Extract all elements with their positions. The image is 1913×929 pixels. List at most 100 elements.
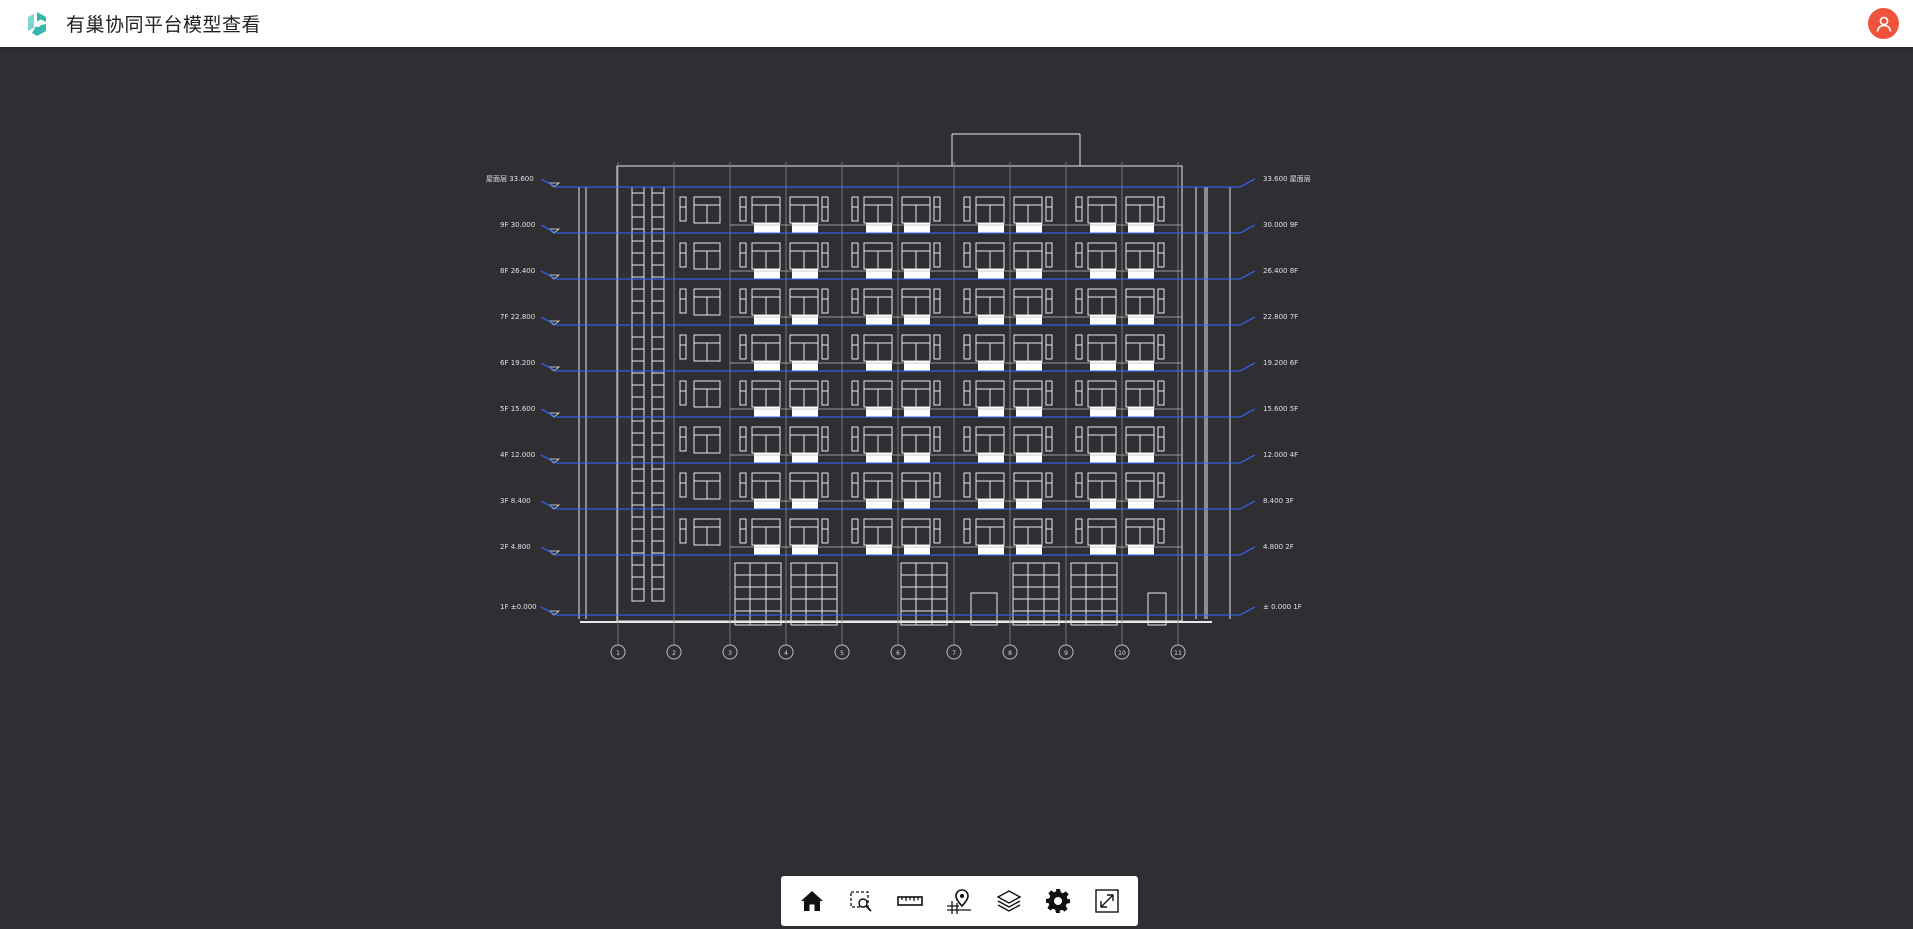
balcony-panel — [866, 315, 892, 325]
window-narrow — [679, 334, 687, 360]
window-narrow — [679, 196, 687, 222]
window-narrow — [933, 380, 941, 406]
balcony-panel — [1128, 453, 1154, 463]
level-leader — [1239, 606, 1256, 616]
locate-button[interactable] — [939, 881, 979, 921]
balcony-panel — [904, 407, 930, 417]
home-icon — [800, 891, 823, 911]
level-label-left: 屋面层 33.600 — [486, 175, 534, 183]
balcony-panel — [866, 453, 892, 463]
window-narrow — [821, 288, 829, 314]
measure-button[interactable] — [890, 881, 930, 921]
level-leader — [1239, 270, 1256, 280]
balcony-panel — [792, 269, 818, 279]
window-narrow — [933, 196, 941, 222]
app-header: 有巢协同平台模型查看 — [0, 0, 1913, 47]
fullscreen-button[interactable] — [1087, 881, 1127, 921]
window-narrow — [739, 334, 747, 360]
settings-button[interactable] — [1038, 881, 1078, 921]
app-logo-icon — [28, 11, 46, 36]
layers-button[interactable] — [989, 881, 1029, 921]
grid-axis-label: 3 — [728, 650, 732, 657]
level-label-right: 4.800 2F — [1263, 543, 1294, 551]
elevation-drawing[interactable]: 1 2 3 4 5 6 7 8 9 10 11 屋面层 33.600 33.600 屋面层 9F 30.0… — [0, 47, 1913, 867]
window-narrow — [821, 242, 829, 268]
app-title: 有巢协同平台模型查看 — [66, 15, 262, 36]
balcony-panel — [1090, 407, 1116, 417]
window-narrow — [933, 518, 941, 544]
window-narrow — [1045, 380, 1053, 406]
window-narrow — [739, 518, 747, 544]
balcony-panel — [1128, 545, 1154, 555]
window-narrow — [739, 288, 747, 314]
window-narrow — [679, 518, 687, 544]
gear-icon — [1046, 889, 1071, 913]
window-narrow — [933, 242, 941, 268]
viewer-toolbar — [781, 876, 1138, 926]
window-narrow — [679, 288, 687, 314]
level-label-right: 33.600 屋面层 — [1263, 175, 1311, 183]
grid-axis-label: 8 — [1008, 650, 1012, 657]
window-narrow — [1045, 334, 1053, 360]
level-label-left: 9F 30.000 — [500, 221, 535, 229]
window-narrow — [821, 196, 829, 222]
model-viewer[interactable]: 1 2 3 4 5 6 7 8 9 10 11 屋面层 33.600 33.600 屋面层 9F 30.0… — [0, 47, 1913, 929]
zoom-window-button[interactable] — [841, 881, 881, 921]
window-narrow — [1075, 380, 1083, 406]
window-narrow — [739, 426, 747, 452]
fullscreen-icon — [1095, 889, 1120, 913]
grid-axis-label: 9 — [1064, 650, 1068, 657]
level-leader — [1239, 178, 1256, 188]
storefront-window — [1070, 562, 1118, 626]
grid-axis-label: 4 — [784, 650, 788, 657]
window-narrow — [821, 518, 829, 544]
grid-axis-label: 11 — [1174, 650, 1182, 657]
balcony-panel — [1128, 499, 1154, 509]
level-label-left: 7F 22.800 — [500, 313, 535, 321]
level-label-left: 3F 8.400 — [500, 497, 531, 505]
window-narrow — [1075, 334, 1083, 360]
balcony-panel — [904, 499, 930, 509]
balcony-panel — [904, 315, 930, 325]
window-narrow — [1075, 426, 1083, 452]
balcony-panel — [1128, 361, 1154, 371]
user-avatar-button[interactable] — [1868, 8, 1899, 39]
layers-icon — [996, 890, 1022, 912]
balcony-panel — [754, 407, 780, 417]
grid-axis-label: 2 — [672, 650, 676, 657]
level-leader — [1239, 362, 1256, 372]
balcony-panel — [754, 361, 780, 371]
window-narrow — [963, 518, 971, 544]
level-leader — [1239, 316, 1256, 326]
window-narrow — [851, 242, 859, 268]
balcony-panel — [1016, 269, 1042, 279]
level-leader — [1239, 500, 1256, 510]
balcony-panel — [978, 315, 1004, 325]
window-narrow — [851, 288, 859, 314]
level-leader — [1239, 224, 1256, 234]
balcony-panel — [1090, 545, 1116, 555]
window-narrow — [963, 426, 971, 452]
balcony-panel — [792, 361, 818, 371]
window-narrow — [1045, 196, 1053, 222]
window-narrow — [821, 426, 829, 452]
balcony-panel — [792, 315, 818, 325]
level-label-left: 4F 12.000 — [500, 451, 535, 459]
window-narrow — [821, 334, 829, 360]
storefront-window — [900, 562, 948, 626]
balcony-panel — [1090, 269, 1116, 279]
grid-axis-label: 1 — [616, 650, 620, 657]
level-label-right: ± 0.000 1F — [1263, 603, 1302, 611]
level-label-right: 12.000 4F — [1263, 451, 1298, 459]
balcony-panel — [978, 361, 1004, 371]
balcony-panel — [1128, 269, 1154, 279]
balcony-panel — [978, 223, 1004, 233]
balcony-panel — [1016, 453, 1042, 463]
zoom-window-icon — [850, 891, 872, 912]
storefront-window — [1012, 562, 1060, 626]
level-label-left: 6F 19.200 — [500, 359, 535, 367]
balcony-panel — [866, 269, 892, 279]
balcony-panel — [1090, 223, 1116, 233]
home-button[interactable] — [792, 881, 832, 921]
level-label-right: 15.600 5F — [1263, 405, 1298, 413]
